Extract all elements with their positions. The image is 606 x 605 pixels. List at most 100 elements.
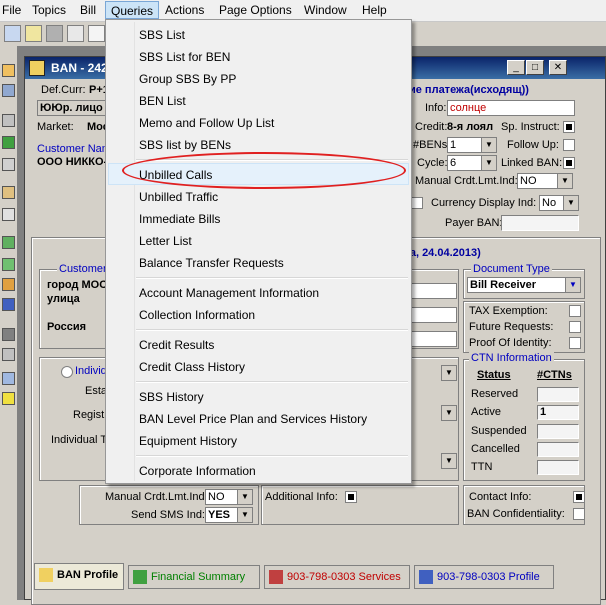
individ-radio[interactable] (61, 366, 73, 378)
menu-item-sbs-list-by-bens[interactable]: SBS list by BENs (139, 138, 231, 152)
info-field[interactable]: солнце (447, 100, 575, 116)
cycle-label: Cycle: (417, 157, 448, 169)
ctn-count-active: 1 (537, 405, 579, 420)
maximize-button[interactable]: □ (526, 60, 544, 75)
send-sms-select[interactable]: YES ▼ (205, 507, 253, 523)
document-type-select[interactable]: Bill Receiver ▼ (467, 277, 581, 293)
menu-window[interactable]: Window (304, 3, 347, 17)
menu-item-unbilled-traffic[interactable]: Unbilled Traffic (139, 190, 218, 204)
menu-item-group-sbs-by-pp[interactable]: Group SBS By PP (139, 72, 236, 86)
building-icon[interactable] (2, 328, 15, 341)
menu-file[interactable]: File (2, 3, 21, 17)
sp-instruct-label: Sp. Instruct: (501, 121, 560, 133)
tab-services[interactable]: 903-798-0303 Services (264, 565, 410, 589)
manual-crdt-select[interactable]: NO ▼ (517, 173, 573, 189)
ban-profile-icon (39, 568, 53, 582)
menu-item-account-management-information[interactable]: Account Management Information (139, 286, 319, 300)
individ-select-1[interactable]: ▼ (441, 365, 457, 381)
manual-crdt2-select[interactable]: NO ▼ (205, 489, 253, 505)
menu-queries[interactable]: Queries (105, 1, 160, 19)
tab-financial-summary[interactable]: Financial Summary (128, 565, 260, 589)
grid-icon[interactable] (67, 25, 84, 42)
address-field-1[interactable] (405, 283, 457, 299)
user-icon[interactable] (25, 25, 42, 42)
menu-actions[interactable]: Actions (165, 3, 204, 17)
ctn-status-cancelled: Cancelled (471, 443, 520, 455)
future-requests-checkbox[interactable] (569, 321, 581, 333)
menu-item-sbs-list-for-ben[interactable]: SBS List for BEN (139, 50, 230, 64)
contact-info-checkbox[interactable] (573, 491, 585, 503)
minimize-button[interactable]: _ (507, 60, 525, 75)
follow-up-label: Follow Up: (507, 139, 559, 151)
calculator-icon[interactable] (2, 158, 15, 171)
phone-icon[interactable] (2, 136, 15, 149)
window-icon[interactable] (2, 372, 15, 385)
additional-info-label: Additional Info: (265, 491, 338, 503)
menu-item-credit-results[interactable]: Credit Results (139, 338, 214, 352)
chart-icon[interactable] (2, 278, 15, 291)
menu-item-immediate-bills[interactable]: Immediate Bills (139, 212, 220, 226)
menu-topics[interactable]: Topics (32, 3, 66, 17)
bens-select[interactable]: 1 ▼ (447, 137, 497, 153)
folder-icon[interactable] (2, 64, 15, 77)
individ-select-2[interactable]: ▼ (441, 405, 457, 421)
currency-display-select[interactable]: No ▼ (539, 195, 579, 211)
payer-ban-field[interactable] (501, 215, 579, 231)
proof-identity-label: Proof Of Identity: (469, 337, 552, 349)
esta-label: Esta (85, 385, 108, 397)
list-icon[interactable] (88, 25, 105, 42)
tab-ban-profile[interactable]: BAN Profile (34, 563, 124, 590)
network-icon[interactable] (2, 348, 15, 361)
menu-item-sbs-list[interactable]: SBS List (139, 28, 185, 42)
card-icon[interactable] (2, 298, 15, 311)
menu-item-corporate-information[interactable]: Corporate Information (139, 464, 256, 478)
menu-item-ben-list[interactable]: BEN List (139, 94, 186, 108)
people-icon[interactable] (2, 392, 15, 405)
info-label: Info: (425, 102, 447, 114)
stack-icon[interactable] (2, 258, 15, 271)
follow-up-checkbox[interactable] (563, 139, 575, 151)
ban-confidentiality-checkbox[interactable] (573, 508, 585, 520)
tab-profile[interactable]: 903-798-0303 Profile (414, 565, 554, 589)
menu-item-ban-level-price-plan-history[interactable]: BAN Level Price Plan and Services Histor… (139, 412, 367, 426)
menu-separator (136, 381, 408, 383)
ban-confidentiality-label: BAN Confidentiality: (467, 508, 565, 520)
sheet-icon[interactable] (2, 236, 15, 249)
cycle-select[interactable]: 6 ▼ (447, 155, 497, 171)
address-field-3[interactable] (405, 331, 457, 347)
additional-info-checkbox[interactable] (345, 491, 357, 503)
sp-instruct-checkbox[interactable] (563, 121, 575, 133)
tab-ban-profile-label: BAN Profile (57, 569, 119, 581)
menu-item-equipment-history[interactable]: Equipment History (139, 434, 237, 448)
save-icon[interactable] (4, 25, 21, 42)
individ-label: Individ (75, 365, 107, 377)
services-icon (269, 570, 283, 584)
menu-item-memo-follow-up-list[interactable]: Memo and Follow Up List (139, 116, 274, 130)
close-button[interactable]: ✕ (549, 60, 567, 75)
tax-exemption-checkbox[interactable] (569, 305, 581, 317)
individ-select-3[interactable]: ▼ (441, 453, 457, 469)
tab-financial-summary-label: Financial Summary (151, 571, 246, 583)
book-icon[interactable] (2, 186, 15, 199)
agent-icon[interactable] (46, 25, 63, 42)
linked-ban-checkbox[interactable] (563, 157, 575, 169)
payer-ban-label: Payer BAN: (445, 217, 503, 229)
menu-page-options[interactable]: Page Options (219, 3, 292, 17)
menu-item-collection-information[interactable]: Collection Information (139, 308, 255, 322)
bens-label: #BENs: (413, 139, 451, 151)
menu-bill[interactable]: Bill (80, 3, 96, 17)
currency-checkbox[interactable] (411, 197, 423, 209)
transfer-icon[interactable] (2, 208, 15, 221)
menu-item-balance-transfer-requests[interactable]: Balance Transfer Requests (139, 256, 284, 270)
window-title: BAN - 242 (51, 61, 108, 75)
menu-item-sbs-history[interactable]: SBS History (139, 390, 204, 404)
document-icon[interactable] (2, 114, 15, 127)
manual-crdt2-label: Manual Crdt.Lmt.Ind: (105, 491, 208, 503)
address-field-2[interactable] (405, 307, 457, 323)
menu-help[interactable]: Help (362, 3, 387, 17)
regist-label: Regist (73, 409, 105, 421)
menu-item-credit-class-history[interactable]: Credit Class History (139, 360, 245, 374)
menu-item-letter-list[interactable]: Letter List (139, 234, 192, 248)
proof-identity-checkbox[interactable] (569, 337, 581, 349)
computer-icon[interactable] (2, 84, 15, 97)
